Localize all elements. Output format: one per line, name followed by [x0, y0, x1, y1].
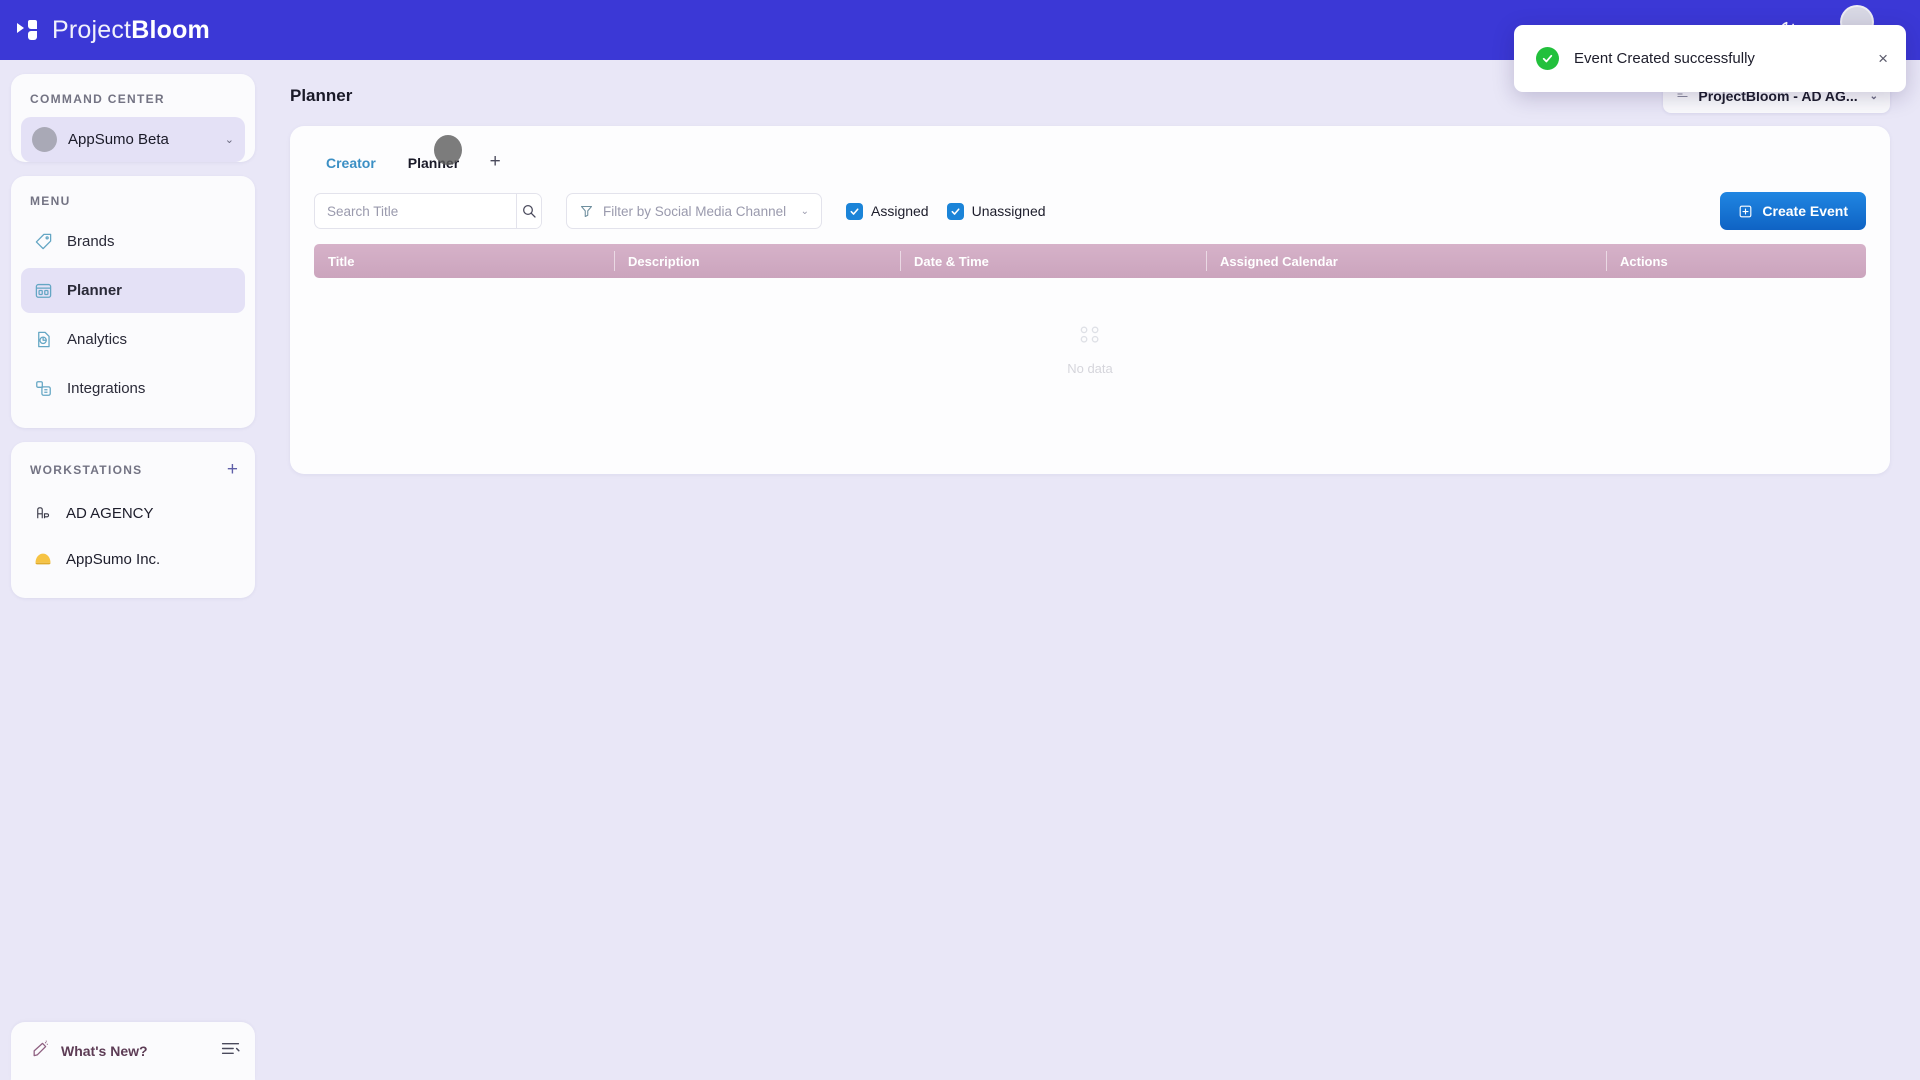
sidebar-item-label: Brands [67, 233, 115, 250]
search-icon [523, 205, 536, 218]
close-icon[interactable]: × [1878, 50, 1888, 67]
workstations-label: WORKSTATIONS [30, 462, 143, 477]
tab-bar: Creator Planner + [290, 126, 1890, 182]
menu-panel: MENU Brands Planner Analytics Integratio… [11, 176, 255, 428]
megaphone-icon [31, 1039, 50, 1063]
no-data-icon [1080, 326, 1099, 343]
menu-label: MENU [30, 194, 71, 208]
workstation-item-appsumo-inc[interactable]: AppSumo Inc. [21, 536, 245, 582]
search-input[interactable] [315, 194, 516, 228]
table-header-row: Title Description Date & Time Assigned C… [314, 244, 1866, 278]
whats-new-bar[interactable]: What's New? [11, 1022, 255, 1080]
toast-notification: Event Created successfully × [1514, 25, 1906, 92]
sidebar-item-label: Integrations [67, 380, 146, 397]
chart-document-icon [32, 329, 54, 351]
workstation-label: AppSumo Inc. [66, 550, 161, 568]
checkbox-label: Assigned [871, 203, 929, 219]
chevron-down-icon: ⌄ [1869, 90, 1878, 102]
sidebar-item-label: Analytics [67, 331, 128, 348]
command-center-panel: COMMAND CENTER AppSumo Beta ⌄ [11, 74, 255, 162]
search-button[interactable] [516, 194, 541, 228]
main-content: Planner ProjectBloom - AD AG... ⌄ Creato… [266, 60, 1920, 1080]
organization-selector[interactable]: AppSumo Beta ⌄ [21, 117, 245, 162]
page-title: Planner [290, 86, 353, 105]
chevron-down-icon: ⌄ [800, 205, 809, 217]
menu-list: Brands Planner Analytics Integrations [11, 219, 255, 428]
sidebar: COMMAND CENTER AppSumo Beta ⌄ MENU Brand… [0, 60, 266, 1080]
empty-state-label: No data [1067, 361, 1113, 376]
social-channel-filter[interactable]: Filter by Social Media Channel ⌄ [566, 193, 822, 229]
column-header-title[interactable]: Title [314, 244, 614, 278]
monogram-icon [32, 502, 54, 524]
sidebar-item-analytics[interactable]: Analytics [21, 317, 245, 362]
toast-message: Event Created successfully [1574, 50, 1755, 67]
plus-square-icon [1740, 205, 1752, 217]
sidebar-item-integrations[interactable]: Integrations [21, 366, 245, 411]
search-box [314, 193, 542, 229]
tag-icon [32, 231, 54, 253]
add-workstation-button[interactable]: + [227, 460, 238, 479]
success-check-icon [1536, 47, 1559, 70]
workstation-item-ad-agency[interactable]: AD AGENCY [21, 490, 245, 536]
collapse-sidebar-icon[interactable] [220, 1038, 241, 1064]
command-center-label: COMMAND CENTER [30, 92, 165, 106]
empty-state: No data [314, 318, 1866, 376]
sidebar-item-label: Planner [67, 282, 123, 299]
funnel-icon [580, 205, 593, 217]
checkbox-unassigned[interactable]: Unassigned [946, 202, 1046, 220]
sidebar-item-brands[interactable]: Brands [21, 219, 245, 264]
organization-avatar [32, 127, 57, 152]
calendar-icon [32, 280, 54, 302]
checkbox-checked-icon [946, 202, 964, 220]
checkbox-label: Unassigned [971, 203, 1046, 219]
workstations-header: WORKSTATIONS + [11, 442, 255, 490]
events-table: Title Description Date & Time Assigned C… [314, 244, 1866, 448]
column-header-description[interactable]: Description [614, 244, 900, 278]
puzzle-icon [32, 378, 54, 400]
create-event-label: Create Event [1762, 203, 1848, 219]
workstations-panel: WORKSTATIONS + AD AGENCY AppSumo Inc. [11, 442, 255, 598]
workstation-label: AD AGENCY [66, 504, 154, 522]
whats-new-label: What's New? [61, 1043, 148, 1059]
app-logo[interactable]: ProjectBloom [17, 16, 210, 45]
column-header-actions: Actions [1606, 244, 1866, 278]
planner-card: Creator Planner + Filter by Social Media… [290, 126, 1890, 474]
create-event-button[interactable]: Create Event [1720, 192, 1866, 230]
chevron-down-icon: ⌄ [224, 134, 234, 146]
mouse-cursor-highlight [434, 135, 462, 165]
logo-text-bold: Bloom [131, 15, 210, 44]
filter-placeholder: Filter by Social Media Channel [603, 203, 787, 219]
add-tab-button[interactable]: + [475, 144, 515, 182]
planner-toolbar: Filter by Social Media Channel ⌄ Assigne… [290, 182, 1890, 230]
table-body: No data [314, 278, 1866, 448]
projectbloom-logo-icon [17, 18, 41, 42]
column-header-date-time[interactable]: Date & Time [900, 244, 1206, 278]
assignment-filters: Assigned Unassigned [846, 202, 1046, 220]
checkbox-checked-icon [846, 202, 863, 220]
app-logo-text: ProjectBloom [52, 16, 210, 45]
organization-name: AppSumo Beta [68, 131, 169, 148]
column-header-assigned-calendar[interactable]: Assigned Calendar [1206, 244, 1606, 278]
checkbox-assigned[interactable]: Assigned [846, 202, 929, 220]
taco-icon [32, 548, 54, 570]
logo-text-light: Project [52, 15, 132, 44]
sidebar-item-planner[interactable]: Planner [21, 268, 245, 313]
workstations-list: AD AGENCY AppSumo Inc. [11, 490, 255, 598]
tab-creator[interactable]: Creator [310, 144, 392, 182]
